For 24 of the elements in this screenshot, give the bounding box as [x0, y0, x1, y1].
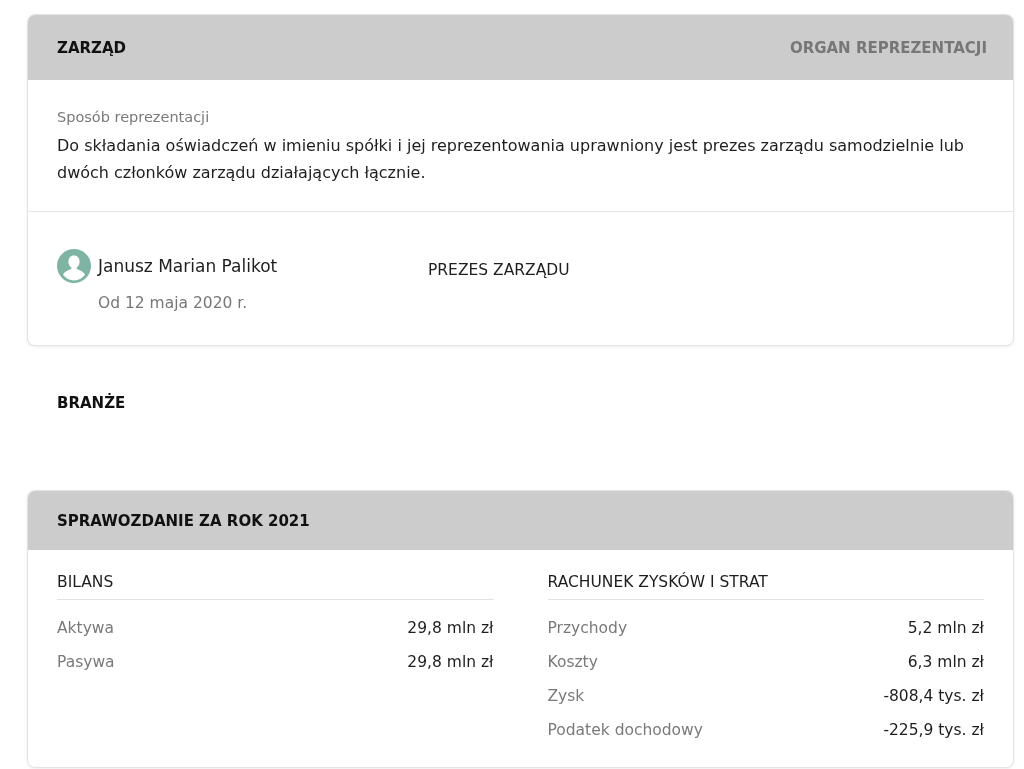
row-value: -808,4 tys. zł [883, 687, 984, 705]
row-label: Pasywa [57, 653, 115, 671]
column-title: RACHUNEK ZYSKÓW I STRAT [547, 571, 984, 600]
row-value: 29,8 mln zł [407, 653, 494, 671]
date-text: Od 12 maja 2020 r. [98, 293, 249, 313]
section-heading: BRANŻE [57, 393, 127, 413]
row-label: Podatek dochodowy [547, 721, 703, 739]
card-subtitle: ORGAN REPREZENTACJI [789, 38, 987, 57]
row-value: 5,2 mln zł [907, 619, 984, 637]
field-label: Sposób reprezentacji [57, 108, 211, 127]
row-label: Przychody [547, 619, 628, 637]
row-label: Zysk [547, 687, 585, 705]
role-text: PREZES ZARZĄDU [428, 260, 571, 281]
row-label: Koszty [547, 653, 598, 671]
row-value: 6,3 mln zł [907, 653, 984, 671]
avatar-icon [57, 249, 91, 283]
person-name: Janusz Marian Palikot [98, 255, 279, 278]
row-value: 29,8 mln zł [407, 619, 494, 637]
description-text: Do składania oświadczeń w imieniu spółki i jej reprezentowania uprawniony jest prezes zarządu samodzielnie lub dwóch członków zarządu działających łącznie. [57, 135, 965, 184]
card-title: SPRAWOZDANIE ZA ROK 2021 [57, 511, 310, 530]
column-title: BILANS [57, 571, 494, 600]
row-value: -225,9 tys. zł [883, 721, 984, 739]
card-title: ZARZĄD [57, 38, 126, 57]
row-label: Aktywa [57, 619, 114, 637]
